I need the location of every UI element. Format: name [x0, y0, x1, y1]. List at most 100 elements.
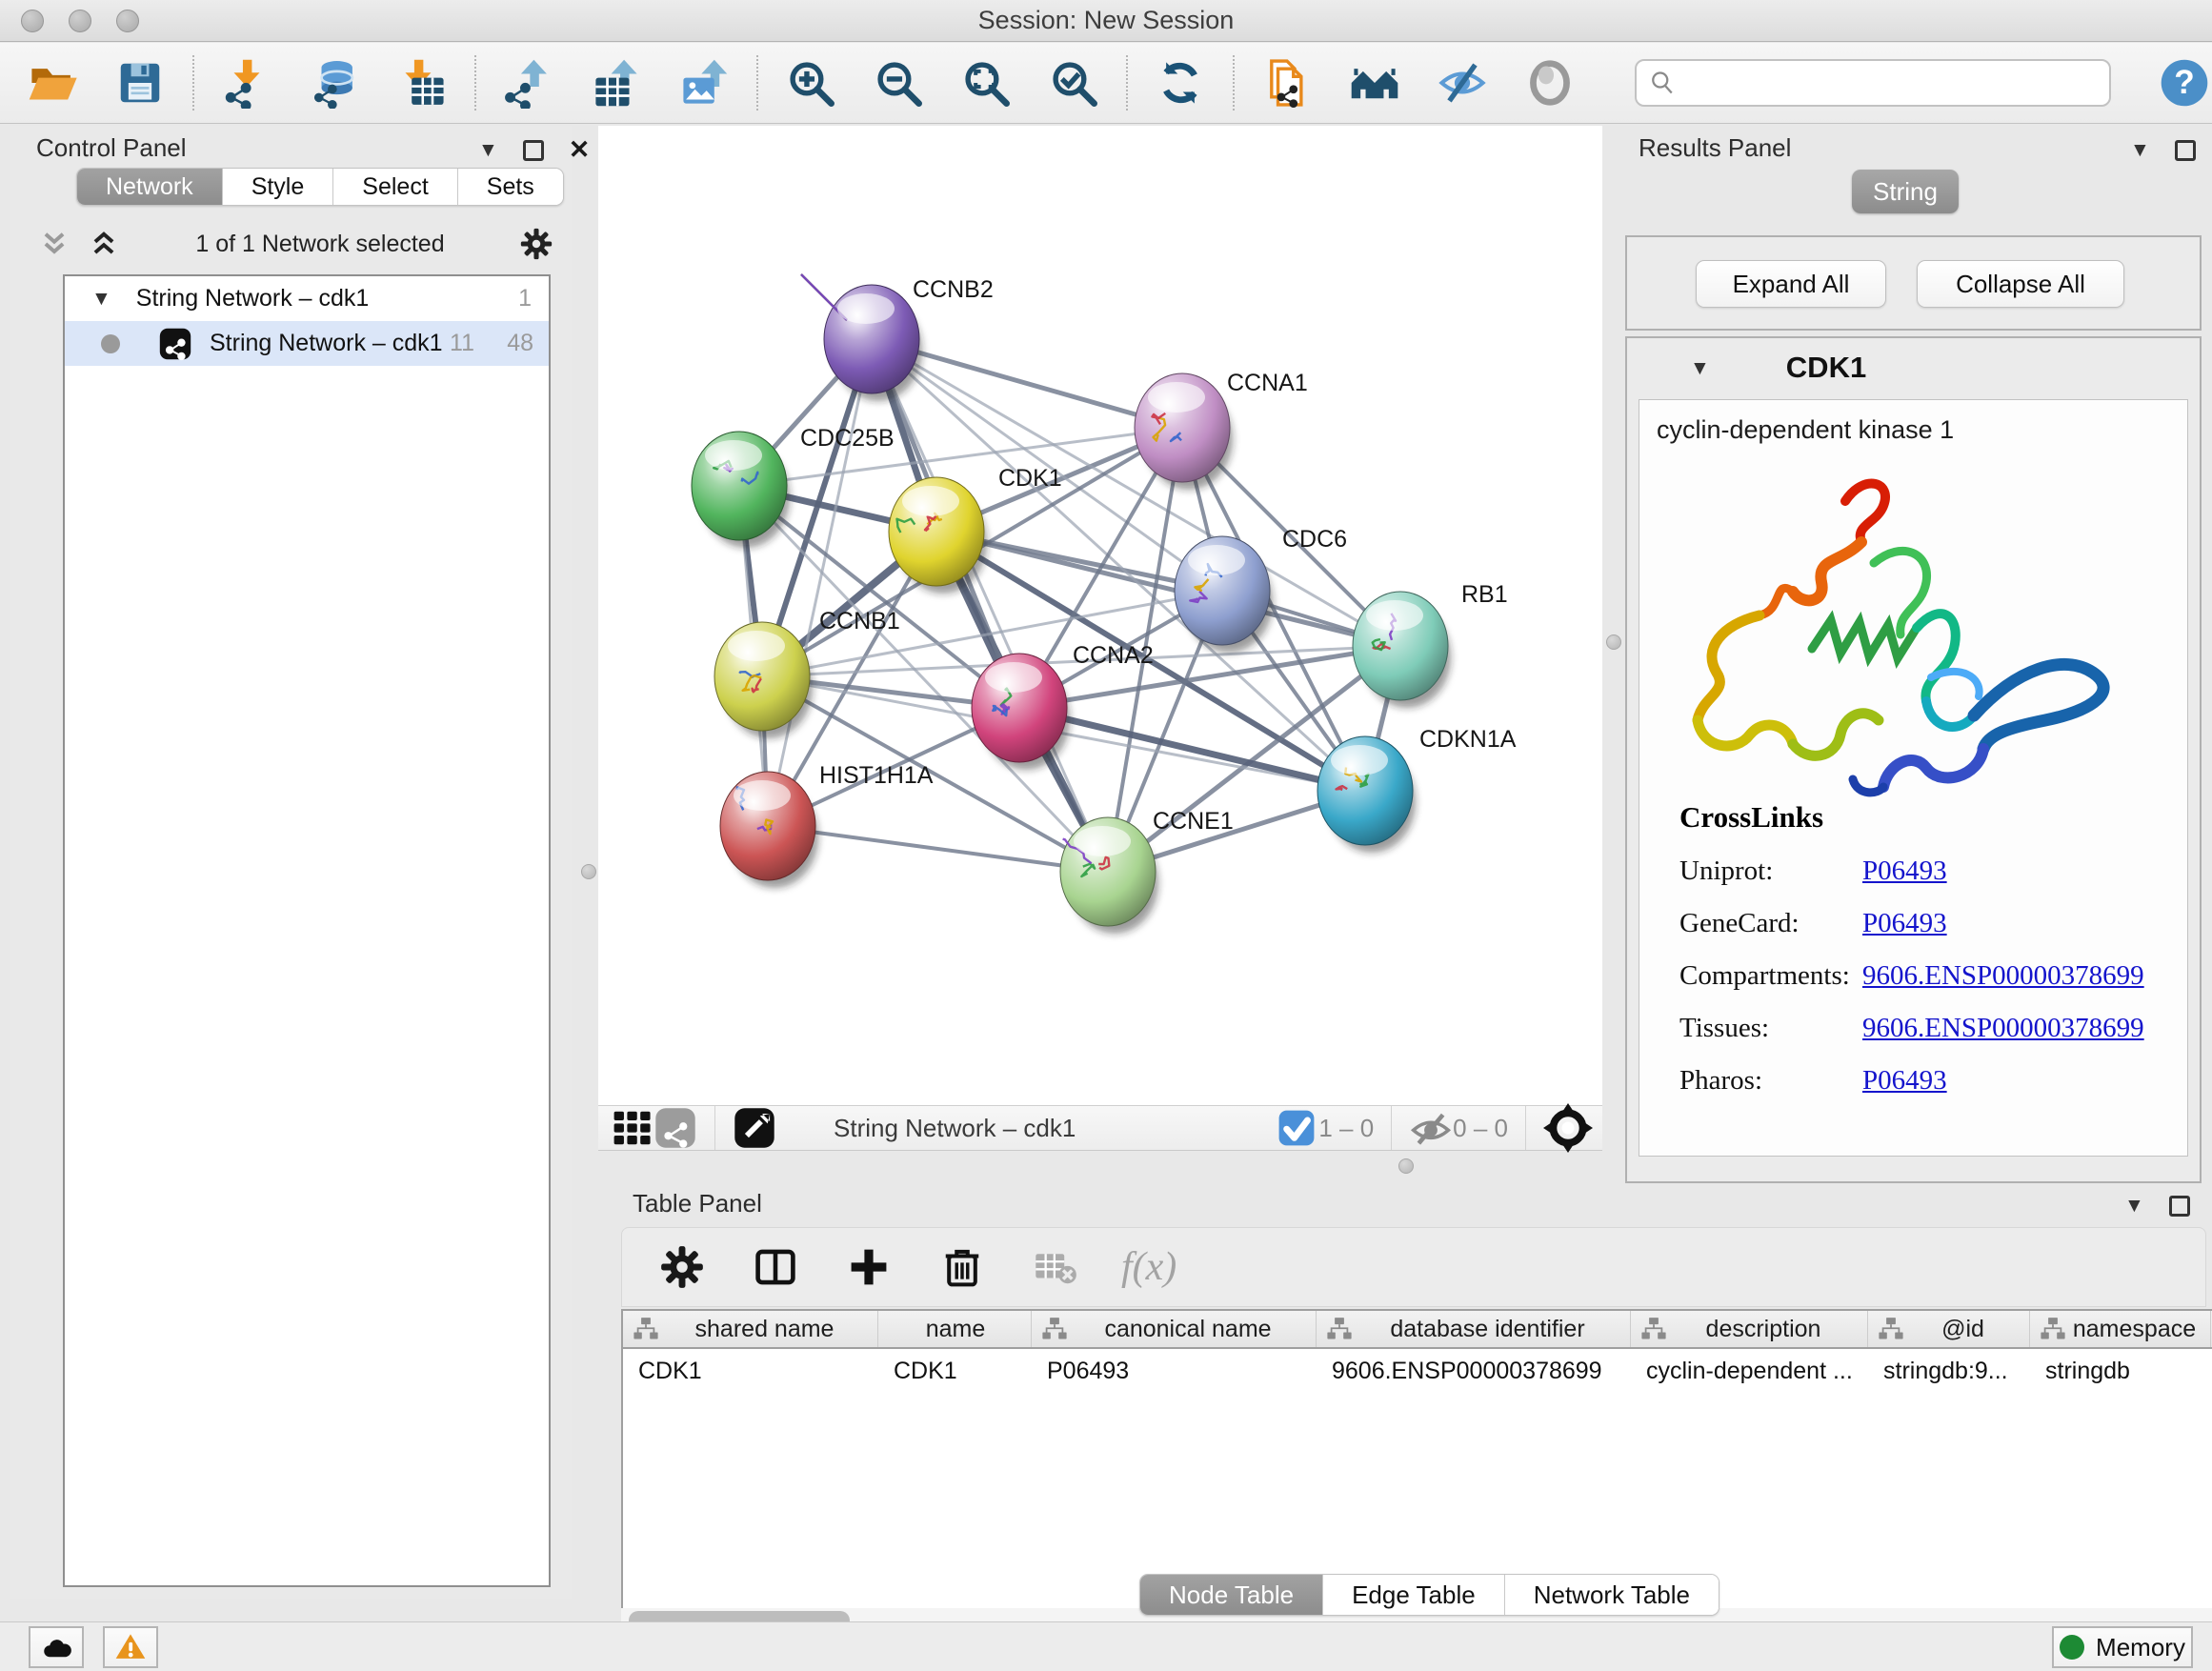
network-row-selected[interactable]: String Network – cdk1 11 48 [65, 321, 549, 366]
control-panel-maximize-icon[interactable] [523, 140, 544, 161]
memory-label: Memory [2096, 1633, 2185, 1662]
network-node-CDK1[interactable]: CDK1 [889, 465, 1062, 594]
tab-network[interactable]: Network [77, 169, 223, 205]
hide-panel-eye-icon[interactable] [1435, 55, 1490, 111]
tab-select[interactable]: Select [333, 169, 457, 205]
add-column-icon[interactable] [841, 1239, 896, 1295]
left-splitter-handle[interactable] [581, 864, 596, 879]
zoom-in-icon[interactable] [783, 55, 838, 111]
home-pair-icon[interactable] [1347, 55, 1402, 111]
column-label: namespace [2066, 1316, 2210, 1343]
horizontal-splitter-handle[interactable] [1398, 1158, 1414, 1174]
export-network-icon[interactable] [501, 55, 556, 111]
crosslink-link[interactable]: 9606.ENSP00000378699 [1862, 960, 2144, 992]
collapse-all-button[interactable]: Collapse All [1917, 260, 2124, 308]
network-collection-row[interactable]: ▼ String Network – cdk1 1 [65, 276, 549, 321]
hidden-eye-icon[interactable] [1409, 1106, 1453, 1150]
selected-checkbox-icon[interactable] [1275, 1106, 1318, 1150]
tab-network-table[interactable]: Network Table [1505, 1575, 1719, 1615]
node-label-CDK1: CDK1 [998, 465, 1062, 492]
save-session-icon[interactable] [112, 55, 168, 111]
table-cell: stringdb:9... [1868, 1358, 2030, 1385]
expand-all-icon[interactable] [88, 228, 120, 260]
minimize-window-button[interactable] [69, 10, 91, 32]
network-node-HIST1H1A[interactable]: HIST1H1A [720, 762, 934, 888]
detach-view-icon[interactable] [733, 1106, 776, 1150]
delete-column-icon[interactable] [935, 1239, 990, 1295]
column-header-name[interactable]: name [878, 1311, 1032, 1347]
string-document-icon[interactable] [1259, 55, 1315, 111]
title-bar: Session: New Session [0, 0, 2212, 42]
network-options-gear-icon[interactable] [520, 228, 553, 260]
table-row[interactable]: CDK1CDK1P064939606.ENSP00000378699cyclin… [623, 1349, 2212, 1393]
refresh-icon[interactable] [1153, 55, 1208, 111]
control-panel-close-icon[interactable]: ✕ [569, 137, 591, 163]
collection-collapse-icon[interactable]: ▼ [91, 289, 111, 309]
network-edges [739, 339, 1400, 872]
crosslink-label: GeneCard: [1679, 908, 1862, 939]
show-columns-icon[interactable] [748, 1239, 803, 1295]
search-box[interactable] [1635, 59, 2111, 107]
export-image-icon[interactable] [676, 55, 732, 111]
shared-column-icon [1878, 1316, 1904, 1342]
zoom-selected-icon[interactable] [1046, 55, 1101, 111]
column-header-description[interactable]: description [1631, 1311, 1868, 1347]
close-window-button[interactable] [21, 10, 44, 32]
table-options-gear-icon[interactable] [654, 1239, 710, 1295]
import-table-icon[interactable] [394, 55, 450, 111]
network-node-CCNB1[interactable]: CCNB1 [714, 608, 900, 738]
warnings-button[interactable] [103, 1626, 158, 1668]
results-panel-float-icon[interactable]: ▼ [2130, 140, 2150, 160]
column-header-namespace[interactable]: namespace [2030, 1311, 2211, 1347]
results-panel-maximize-icon[interactable] [2175, 140, 2196, 161]
network-node-CCNE1[interactable]: CCNE1 [1060, 808, 1234, 934]
tab-style[interactable]: Style [223, 169, 334, 205]
tab-string[interactable]: String [1852, 170, 1959, 213]
collapse-all-icon[interactable] [38, 228, 70, 260]
network-node-RB1[interactable]: RB1 [1353, 581, 1508, 708]
zoom-out-icon[interactable] [871, 55, 926, 111]
crosslink-row: Tissues:9606.ENSP00000378699 [1679, 1013, 2144, 1044]
column-header-database-identifier[interactable]: database identifier [1317, 1311, 1631, 1347]
export-table-icon[interactable] [589, 55, 644, 111]
right-splitter-handle[interactable] [1606, 634, 1621, 650]
control-panel-float-icon[interactable]: ▼ [478, 140, 498, 160]
tab-node-table[interactable]: Node Table [1140, 1575, 1323, 1615]
node-label-CCNB1: CCNB1 [819, 608, 900, 634]
node-section-header[interactable]: ▼ CDK1 [1627, 338, 2200, 397]
memory-button[interactable]: Memory [2052, 1626, 2193, 1668]
tab-edge-table[interactable]: Edge Table [1323, 1575, 1505, 1615]
column-header-shared-name[interactable]: shared name [623, 1311, 878, 1347]
search-input[interactable] [1677, 69, 2086, 98]
network-node-CDKN1A[interactable]: CDKN1A [1317, 726, 1517, 853]
crosslink-link[interactable]: P06493 [1862, 856, 1947, 887]
table-panel-maximize-icon[interactable] [2169, 1196, 2190, 1217]
import-network-icon[interactable] [219, 55, 274, 111]
fit-content-crosshair-icon[interactable] [1543, 1106, 1593, 1150]
expand-all-button[interactable]: Expand All [1696, 260, 1886, 308]
column-header-canonical-name[interactable]: canonical name [1032, 1311, 1317, 1347]
open-session-icon[interactable] [25, 55, 80, 111]
cloud-status-button[interactable] [29, 1626, 84, 1668]
column-header-@id[interactable]: @id [1868, 1311, 2030, 1347]
help-icon[interactable]: ? [2157, 55, 2212, 111]
network-selected-info: 1 of 1 Network selected [120, 231, 520, 258]
show-eye-icon[interactable] [1522, 55, 1578, 111]
crosslink-link[interactable]: P06493 [1862, 1065, 1947, 1097]
view-grid-icon[interactable] [610, 1106, 654, 1150]
table-panel-float-icon[interactable]: ▼ [2124, 1196, 2144, 1216]
column-label: name [888, 1316, 1031, 1343]
memory-status-dot [2060, 1635, 2084, 1660]
string-view-icon[interactable] [654, 1106, 697, 1150]
crosslink-link[interactable]: P06493 [1862, 908, 1947, 939]
import-database-icon[interactable] [307, 55, 362, 111]
node-label-HIST1H1A: HIST1H1A [819, 762, 934, 789]
zoom-fit-icon[interactable] [958, 55, 1014, 111]
zoom-window-button[interactable] [116, 10, 139, 32]
network-node-CCNA1[interactable]: CCNA1 [1135, 370, 1308, 490]
network-canvas[interactable]: CCNB2CCNA1CDC25BCDK1CDC6RB1CCNB1CCNA2CDK… [598, 126, 1602, 1105]
tab-sets[interactable]: Sets [458, 169, 563, 205]
section-collapse-icon[interactable]: ▼ [1690, 358, 1710, 378]
network-node-CDC6[interactable]: CDC6 [1175, 526, 1347, 653]
crosslink-link[interactable]: 9606.ENSP00000378699 [1862, 1013, 2144, 1044]
